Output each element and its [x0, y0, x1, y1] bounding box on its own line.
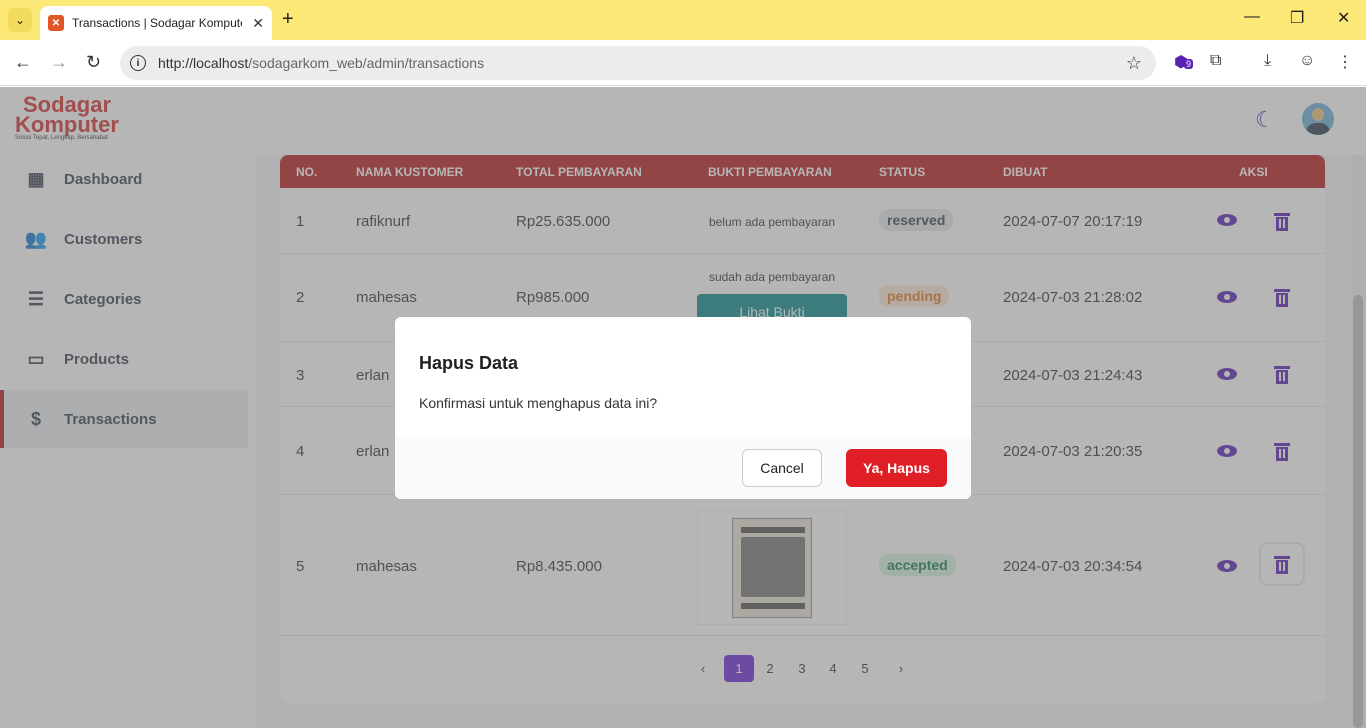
modal-title: Hapus Data	[419, 353, 519, 373]
back-icon[interactable]: ←	[14, 52, 32, 73]
forward-icon[interactable]: →	[50, 52, 68, 73]
close-tab-icon[interactable]: ✕	[252, 15, 264, 32]
new-tab-button[interactable]: +	[282, 8, 294, 31]
download-icon[interactable]: ⤓	[1264, 52, 1271, 70]
xampp-favicon-icon: ✕	[48, 15, 64, 31]
omnibox[interactable]: i http://localhost/sodagarkom_web/admin/…	[120, 46, 1156, 80]
delete-confirm-modal: Hapus Data Konfirmasi untuk menghapus da…	[395, 317, 971, 499]
modal-footer: Cancel Ya, Hapus	[395, 437, 971, 499]
confirm-delete-button[interactable]: Ya, Hapus	[846, 449, 947, 487]
modal-message: Konfirmasi untuk menghapus data ini?	[419, 395, 658, 411]
close-window-icon[interactable]: ✕	[1337, 8, 1350, 28]
browser-tab[interactable]: ✕ Transactions | Sodagar Komputer ✕	[40, 6, 272, 40]
site-info-icon[interactable]: i	[130, 55, 146, 71]
cancel-button[interactable]: Cancel	[742, 449, 822, 487]
profile-icon[interactable]: ☺	[1299, 52, 1315, 70]
minimize-icon[interactable]: —	[1244, 8, 1260, 26]
tab-search-button[interactable]: ⌄	[8, 8, 32, 32]
address-bar-row: ← → ↻ i http://localhost/sodagarkom_web/…	[0, 40, 1366, 86]
tab-title: Transactions | Sodagar Komputer	[72, 16, 242, 30]
bookmark-star-icon[interactable]: ☆	[1126, 53, 1142, 74]
reload-icon[interactable]: ↻	[86, 52, 101, 73]
extensions-puzzle-icon[interactable]: ⧉	[1210, 52, 1221, 70]
restore-icon[interactable]: ❐	[1290, 8, 1304, 28]
extension-badge: 9	[1183, 59, 1193, 69]
url-host: http://localhost	[158, 55, 249, 71]
extension-icon[interactable]: ⬢9	[1174, 52, 1193, 72]
browser-tab-bar: ⌄ ✕ Transactions | Sodagar Komputer ✕ + …	[0, 0, 1366, 40]
url-path: /sodagarkom_web/admin/transactions	[248, 55, 485, 71]
menu-kebab-icon[interactable]: ⋮	[1337, 52, 1353, 72]
